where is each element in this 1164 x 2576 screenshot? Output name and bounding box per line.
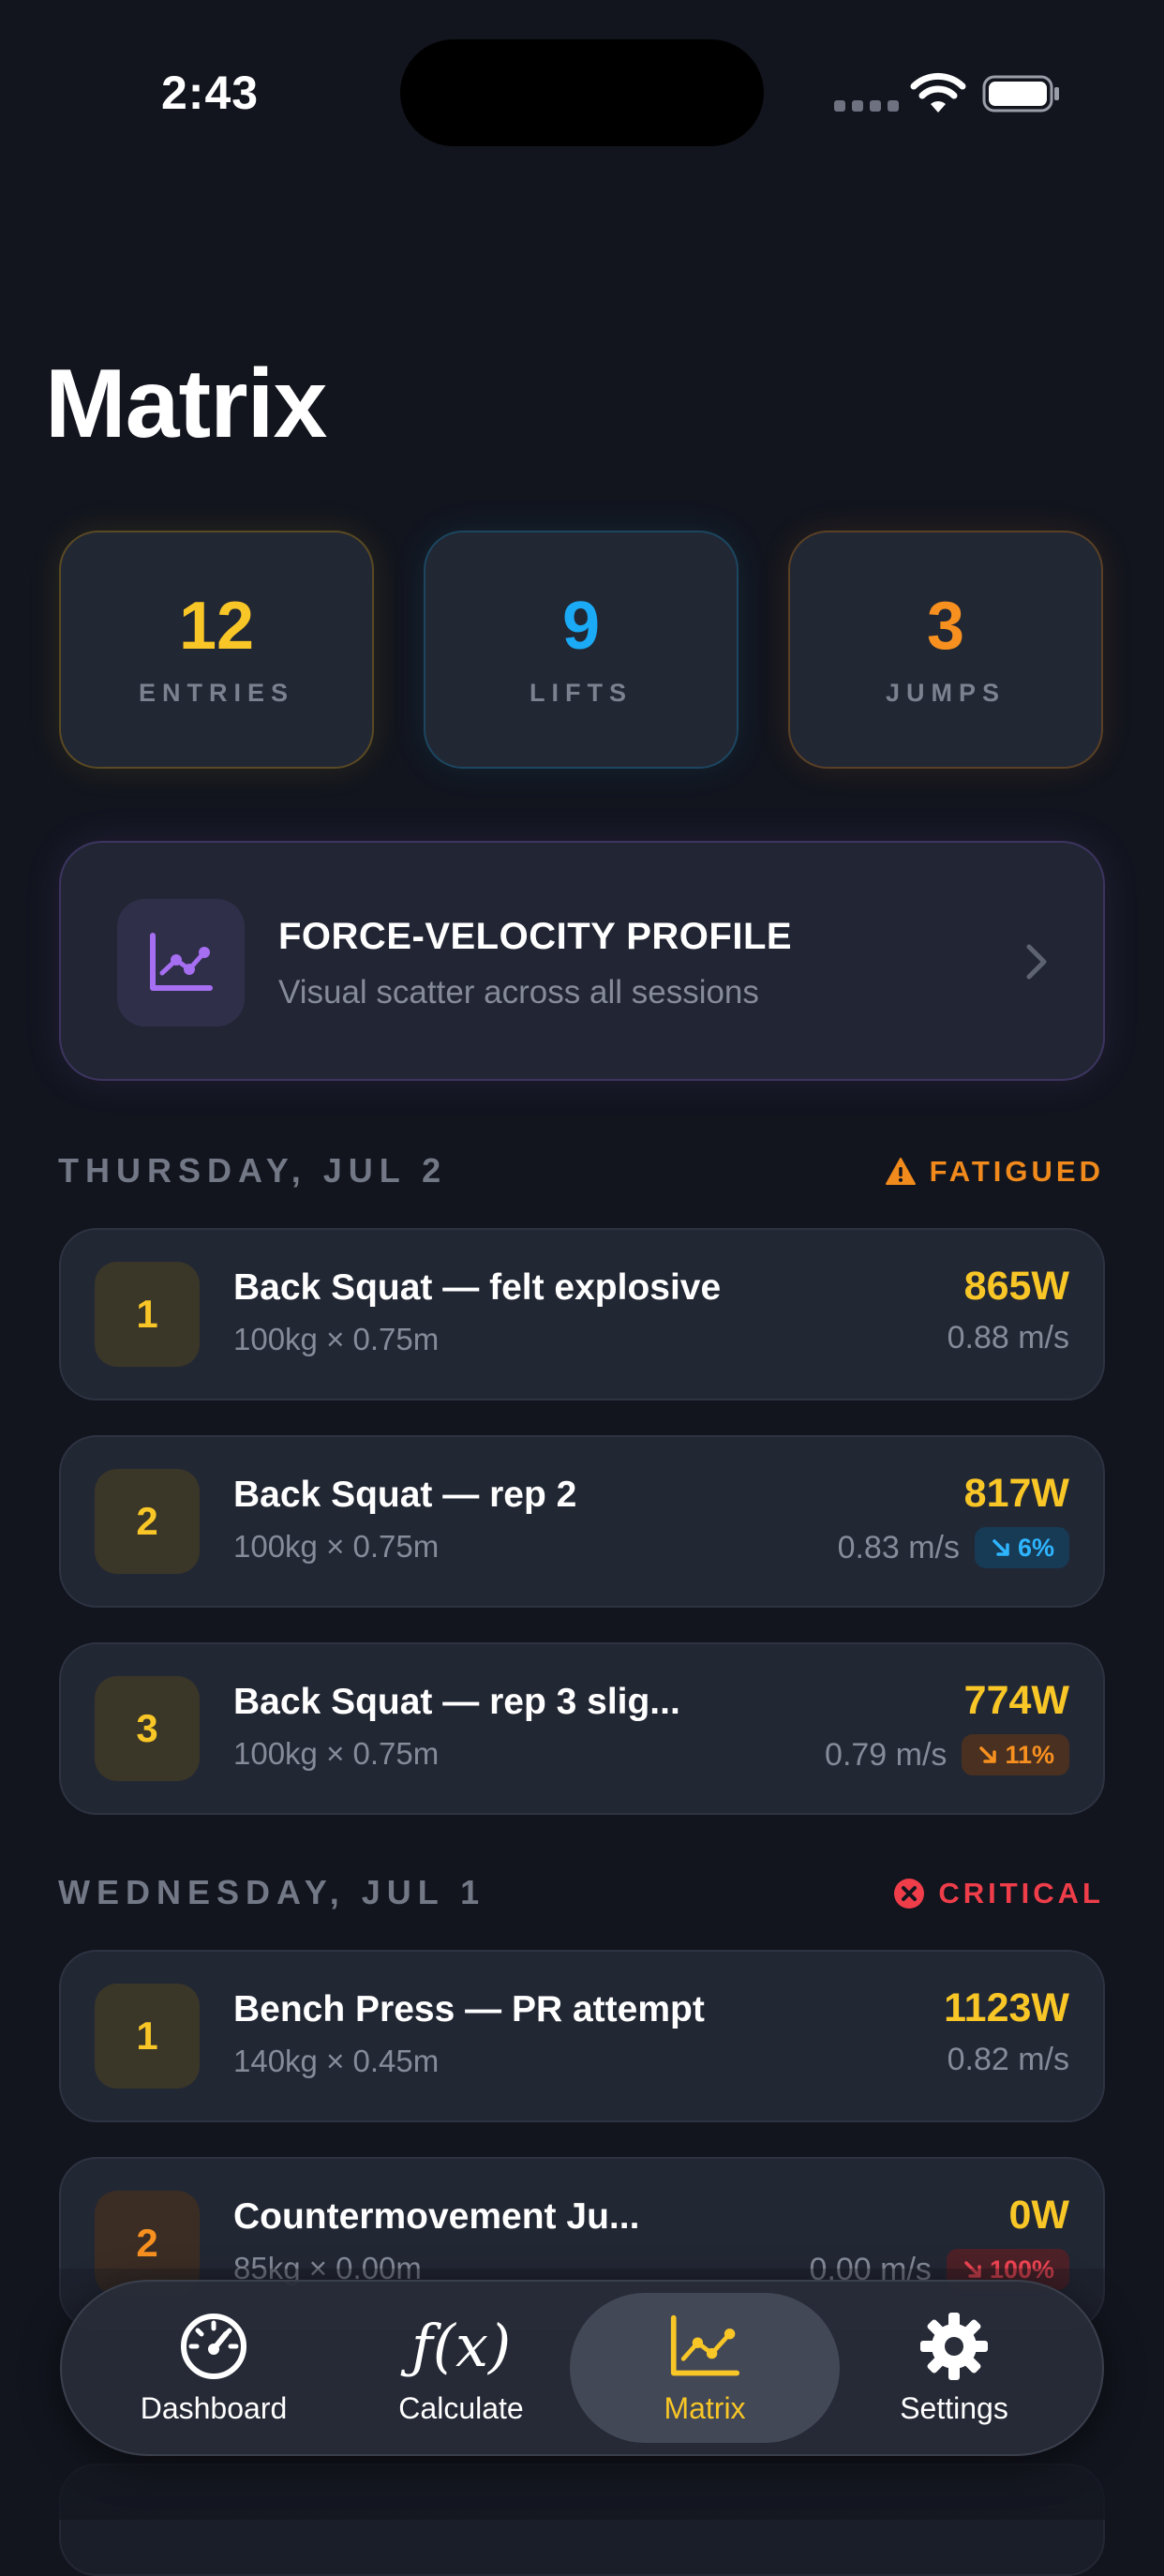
entry-row[interactable]: 1 Bench Press — PR attempt 140kg × 0.45m… — [59, 1950, 1105, 2122]
rank-badge: 3 — [95, 1676, 200, 1781]
tab-label: Dashboard — [140, 2390, 288, 2425]
force-velocity-profile-card[interactable]: FORCE-VELOCITY PROFILE Visual scatter ac… — [59, 841, 1105, 1081]
page-title: Matrix — [45, 350, 327, 458]
tab-matrix[interactable]: Matrix — [570, 2293, 840, 2443]
entry-detail: 100kg × 0.75m — [233, 1322, 440, 1356]
entry-row[interactable]: 1 Back Squat — felt explosive 100kg × 0.… — [59, 1228, 1105, 1400]
arrow-down-right-icon — [992, 1539, 1009, 1556]
tab-bar: Dashboard ƒ(x) Calculate Matrix Settings — [60, 2280, 1104, 2456]
entry-velocity: 0.88 m/s — [947, 1320, 1069, 1355]
stat-value: 9 — [561, 588, 601, 664]
entry-title: Countermovement Ju... — [233, 2196, 640, 2237]
warning-icon — [885, 1158, 916, 1185]
dynamic-island — [400, 39, 764, 146]
section-date: THURSDAY, JUL 2 — [58, 1151, 448, 1190]
entry-velocity: 0.79 m/s — [825, 1736, 948, 1773]
stat-value: 3 — [926, 588, 965, 664]
profile-icon-box — [117, 899, 245, 1026]
entry-row[interactable]: 3 Back Squat — rep 3 slig... 100kg × 0.7… — [59, 1642, 1105, 1815]
entry-velocity: 0.82 m/s — [947, 2042, 1069, 2077]
chevron-right-icon — [1026, 944, 1047, 980]
status-text: FATIGUED — [929, 1155, 1104, 1188]
tab-label: Matrix — [664, 2390, 746, 2425]
rank-badge: 1 — [95, 1262, 200, 1367]
stat-card-lifts[interactable]: 9 LIFTS — [424, 531, 739, 769]
entry-title: Bench Press — PR attempt — [233, 1989, 705, 2029]
status-badge-fatigued: FATIGUED — [885, 1155, 1104, 1189]
entry-row[interactable]: 2 Back Squat — rep 2 100kg × 0.75m 817W … — [59, 1435, 1105, 1608]
stat-card-jumps[interactable]: 3 JUMPS — [788, 531, 1103, 769]
velocity-drop-badge: 11% — [962, 1734, 1069, 1775]
velocity-drop-badge: 6% — [974, 1527, 1069, 1568]
stat-label: LIFTS — [530, 678, 633, 707]
entry-power: 865W — [963, 1264, 1069, 1309]
status-badge-critical: CRITICAL — [893, 1877, 1104, 1910]
entry-title: Back Squat — rep 2 — [233, 1475, 577, 1515]
speedometer-icon — [181, 2313, 246, 2379]
rank-badge: 1 — [95, 1984, 200, 2089]
tab-dashboard[interactable]: Dashboard — [79, 2293, 349, 2443]
tab-calculate[interactable]: ƒ(x) Calculate — [326, 2293, 596, 2443]
entry-detail: 100kg × 0.75m — [233, 1529, 440, 1564]
profile-subtitle: Visual scatter across all sessions — [278, 974, 759, 1011]
entry-power: 0W — [1008, 2193, 1070, 2238]
entry-power: 774W — [963, 1678, 1069, 1723]
entry-title: Back Squat — felt explosive — [233, 1267, 722, 1308]
entry-detail: 100kg × 0.75m — [233, 1736, 440, 1771]
line-chart-icon — [670, 2314, 740, 2375]
gear-icon — [920, 2312, 988, 2380]
drop-percent: 11% — [1005, 1740, 1054, 1769]
status-time: 2:43 — [161, 67, 260, 119]
tab-label: Calculate — [398, 2390, 524, 2425]
x-circle-icon — [894, 1879, 925, 1909]
cellular-signal-icon — [834, 100, 899, 112]
stat-label: JUMPS — [885, 678, 1007, 707]
tab-label: Settings — [900, 2390, 1008, 2425]
arrow-down-right-icon — [979, 1746, 997, 1763]
entry-velocity: 0.83 m/s — [837, 1529, 960, 1565]
stat-label: ENTRIES — [138, 678, 295, 707]
stat-card-entries[interactable]: 12 ENTRIES — [59, 531, 374, 769]
section-date: WEDNESDAY, JUL 1 — [58, 1873, 486, 1911]
rank-badge: 2 — [95, 1469, 200, 1574]
battery-icon — [982, 75, 1059, 112]
entry-power: 817W — [963, 1471, 1069, 1516]
function-icon: ƒ(x) — [410, 2311, 512, 2380]
entry-detail: 140kg × 0.45m — [233, 2044, 440, 2078]
entry-title: Back Squat — rep 3 slig... — [233, 1682, 680, 1722]
status-text: CRITICAL — [938, 1877, 1104, 1910]
wifi-icon — [910, 72, 966, 112]
profile-title: FORCE-VELOCITY PROFILE — [278, 916, 793, 957]
line-chart-icon — [150, 933, 213, 991]
tab-settings[interactable]: Settings — [819, 2293, 1089, 2443]
drop-percent: 6% — [1017, 1533, 1054, 1562]
stat-value: 12 — [178, 588, 255, 664]
entry-power: 1123W — [944, 1985, 1069, 2030]
